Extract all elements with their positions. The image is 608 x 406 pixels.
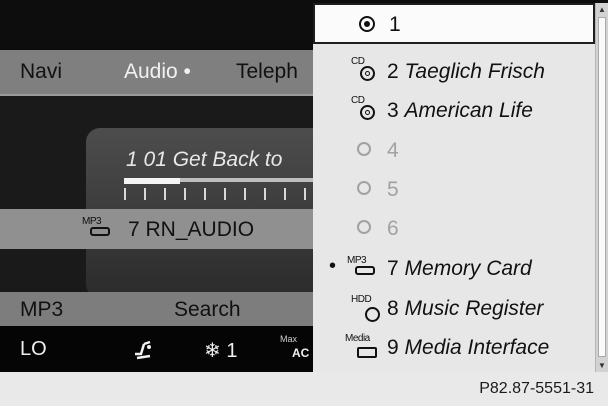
progress-ticks bbox=[124, 188, 324, 200]
item-label: Media Interface bbox=[404, 336, 550, 359]
track-title: 1 01 Get Back to bbox=[126, 148, 283, 171]
list-item[interactable]: 1 bbox=[313, 3, 595, 44]
mp3-icon: MP3 bbox=[345, 255, 385, 279]
menu-item-telephone[interactable]: Teleph bbox=[236, 60, 298, 84]
item-number: 8 bbox=[387, 297, 399, 320]
softkey-mp3[interactable]: MP3 bbox=[20, 298, 63, 322]
list-scrollbar[interactable]: ▲ ▼ bbox=[595, 3, 608, 372]
item-number: 9 bbox=[387, 336, 399, 359]
list-item[interactable]: Media 9 Media Interface bbox=[313, 328, 595, 366]
source-row[interactable]: MP3 7 RN_AUDIO bbox=[0, 209, 320, 249]
scroll-up-icon[interactable]: ▲ bbox=[598, 5, 606, 14]
list-item[interactable]: • MP3 7 Memory Card bbox=[313, 249, 595, 287]
fan-speed[interactable]: ❄ 1 bbox=[204, 338, 237, 363]
seat-airflow-icon[interactable] bbox=[132, 338, 154, 366]
track-progress-bar bbox=[124, 178, 324, 204]
cd-icon: CD bbox=[351, 56, 383, 86]
list-item[interactable]: CD 2 Taeglich Frisch bbox=[313, 52, 595, 90]
item-label: Music Register bbox=[404, 297, 544, 320]
item-number: 1 bbox=[389, 13, 401, 36]
progress-fill bbox=[124, 178, 180, 184]
item-label: Taeglich Frisch bbox=[404, 60, 545, 83]
list-item: 4 bbox=[313, 131, 595, 169]
figure-id: P82.87-5551-31 bbox=[479, 380, 594, 397]
item-number: 5 bbox=[387, 178, 399, 201]
scroll-down-icon[interactable]: ▼ bbox=[598, 361, 606, 370]
climate-temp[interactable]: LO bbox=[20, 338, 47, 361]
scroll-thumb[interactable] bbox=[598, 17, 606, 357]
disc-selected-icon bbox=[359, 16, 375, 32]
active-bullet-icon: • bbox=[329, 255, 337, 277]
head-unit-screen: Navi Audio • Teleph 1 01 Get Back to MP3… bbox=[0, 0, 608, 372]
media-source-list: 1 CD 2 Taeglich Frisch CD 3 American Lif… bbox=[313, 3, 595, 372]
max-label: Max bbox=[280, 334, 298, 344]
figure-caption: P82.87-5551-31 bbox=[0, 372, 608, 406]
radio-empty-icon bbox=[357, 220, 371, 234]
item-number: 7 bbox=[387, 257, 399, 280]
media-icon: Media bbox=[345, 333, 377, 360]
menu-item-audio[interactable]: Audio • bbox=[124, 60, 191, 84]
item-label: American Life bbox=[404, 99, 533, 122]
source-label: 7 RN_AUDIO bbox=[128, 218, 255, 241]
softkey-search[interactable]: Search bbox=[174, 298, 241, 322]
radio-empty-icon bbox=[357, 142, 371, 156]
item-number: 3 bbox=[387, 99, 399, 122]
list-item: 6 bbox=[313, 209, 595, 247]
radio-empty-icon bbox=[357, 181, 371, 195]
item-number: 6 bbox=[387, 217, 399, 240]
max-ac-button[interactable]: AC bbox=[292, 346, 309, 360]
item-number: 4 bbox=[387, 139, 399, 162]
menu-item-navi[interactable]: Navi bbox=[20, 60, 62, 84]
mp3-icon: MP3 bbox=[80, 216, 120, 240]
item-label: Memory Card bbox=[404, 257, 532, 280]
list-item: 5 bbox=[313, 170, 595, 208]
list-item[interactable]: CD 3 American Life bbox=[313, 91, 595, 129]
hdd-icon: HDD bbox=[351, 294, 381, 322]
cd-icon: CD bbox=[351, 95, 383, 125]
item-number: 2 bbox=[387, 60, 399, 83]
list-item[interactable]: HDD 8 Music Register bbox=[313, 289, 595, 327]
